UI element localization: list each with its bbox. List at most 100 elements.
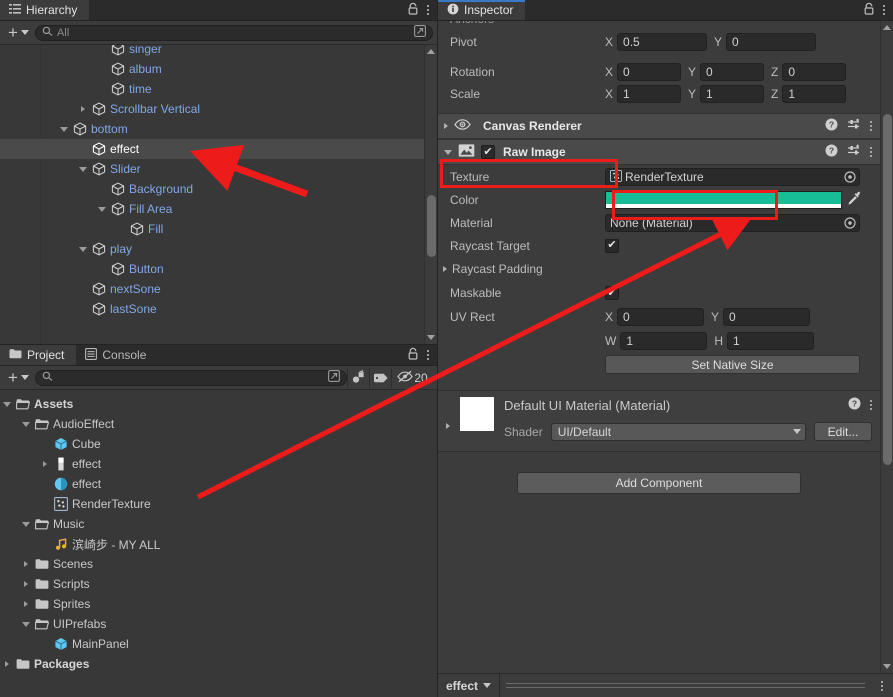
project-tree-row[interactable]: Scripts <box>0 574 437 594</box>
raw-image-header[interactable]: ✔ Raw Image ? <box>438 139 880 165</box>
color-field[interactable] <box>605 191 842 209</box>
chevron-right-icon[interactable] <box>76 106 90 112</box>
pivot-y-input[interactable]: 0 <box>726 33 817 51</box>
hierarchy-tree-row[interactable]: album <box>0 59 437 79</box>
create-gameobject-button[interactable]: + <box>4 24 35 41</box>
preset-icon[interactable] <box>847 144 861 160</box>
hierarchy-tree-row[interactable]: bottom <box>0 119 437 139</box>
hierarchy-tree-row[interactable]: Slider <box>0 159 437 179</box>
chevron-down-icon[interactable] <box>19 521 33 527</box>
project-tree-row[interactable]: Cube <box>0 434 437 454</box>
project-tree-row[interactable]: Packages <box>0 654 437 674</box>
lock-icon[interactable] <box>863 2 875 18</box>
kebab-menu-icon[interactable] <box>871 680 893 691</box>
project-tree-row[interactable]: Music <box>0 514 437 534</box>
kebab-menu-icon[interactable] <box>427 5 429 15</box>
hierarchy-tree-row[interactable]: nextSone <box>0 279 437 299</box>
uv-rect-x-input[interactable]: 0 <box>617 308 705 326</box>
inspector-scrollbar-thumb[interactable] <box>883 114 892 465</box>
scale-y-input[interactable]: 1 <box>700 85 765 103</box>
hierarchy-scrollbar[interactable] <box>424 45 437 344</box>
chevron-down-icon[interactable] <box>76 166 90 172</box>
chevron-right-icon[interactable] <box>0 661 14 667</box>
eyedropper-icon[interactable] <box>847 191 862 209</box>
help-icon[interactable]: ? <box>825 144 838 160</box>
pivot-x-input[interactable]: 0.5 <box>617 33 708 51</box>
project-tree-row[interactable]: effect <box>0 454 437 474</box>
chevron-down-icon[interactable] <box>19 421 33 427</box>
hierarchy-tree-row[interactable]: singer <box>0 45 437 59</box>
project-search-input[interactable] <box>34 369 347 386</box>
uv-rect-y-input[interactable]: 0 <box>723 308 811 326</box>
chevron-down-icon[interactable] <box>57 126 71 132</box>
kebab-menu-icon[interactable] <box>870 121 872 131</box>
add-component-button[interactable]: Add Component <box>517 472 801 494</box>
chevron-right-icon[interactable] <box>443 266 447 272</box>
hierarchy-tree-row[interactable]: Background <box>0 179 437 199</box>
hierarchy-tree-row[interactable]: Fill Area <box>0 199 437 219</box>
hierarchy-tree-row[interactable]: time <box>0 79 437 99</box>
chevron-down-icon[interactable] <box>95 206 109 212</box>
hierarchy-search-input[interactable]: All <box>34 24 433 41</box>
search-expand-icon[interactable] <box>414 25 426 40</box>
chevron-right-icon[interactable] <box>446 423 450 429</box>
tab-inspector[interactable]: Inspector <box>438 0 526 20</box>
hierarchy-tree-row[interactable]: Fill <box>0 219 437 239</box>
preset-icon[interactable] <box>847 118 861 134</box>
asset-filter-icon[interactable] <box>347 367 369 388</box>
hierarchy-tree-row[interactable]: play <box>0 239 437 259</box>
rotation-x-input[interactable]: 0 <box>617 63 682 81</box>
chevron-right-icon[interactable] <box>19 581 33 587</box>
project-tree-row[interactable]: Assets <box>0 394 437 414</box>
search-expand-icon[interactable] <box>328 370 340 385</box>
raw-image-enabled-checkbox[interactable]: ✔ <box>481 145 495 159</box>
chevron-down-icon[interactable] <box>444 149 452 155</box>
scale-x-input[interactable]: 1 <box>617 85 682 103</box>
scale-z-input[interactable]: 1 <box>782 85 847 103</box>
scroll-up-arrow-icon[interactable] <box>427 45 435 58</box>
hierarchy-scrollbar-thumb[interactable] <box>427 195 436 257</box>
uv-rect-w-input[interactable]: 1 <box>620 332 708 350</box>
project-tree-row[interactable]: UIPrefabs <box>0 614 437 634</box>
rotation-y-input[interactable]: 0 <box>700 63 765 81</box>
kebab-menu-icon[interactable] <box>870 147 872 157</box>
texture-object-field[interactable]: RenderTexture <box>605 168 860 186</box>
project-tree[interactable]: Assets AudioEffect Cube effect effect RenderT… <box>0 390 437 697</box>
kebab-menu-icon[interactable] <box>883 5 885 15</box>
status-object-selector[interactable]: effect <box>438 674 501 697</box>
project-tree-row[interactable]: MainPanel <box>0 634 437 654</box>
hierarchy-tree-row[interactable]: Scrollbar Vertical <box>0 99 437 119</box>
edit-shader-button[interactable]: Edit... <box>814 422 872 441</box>
project-tree-row[interactable]: Scenes <box>0 554 437 574</box>
canvas-renderer-header[interactable]: Canvas Renderer ? <box>438 113 880 139</box>
uv-rect-h-input[interactable]: 1 <box>727 332 814 350</box>
chevron-down-icon[interactable] <box>0 401 14 407</box>
lock-icon[interactable] <box>407 347 419 363</box>
shader-dropdown[interactable]: UI/Default <box>550 422 806 441</box>
help-icon[interactable]: ? <box>848 397 861 413</box>
set-native-size-button[interactable]: Set Native Size <box>605 355 860 374</box>
kebab-menu-icon[interactable] <box>427 350 429 360</box>
chevron-right-icon[interactable] <box>38 461 52 467</box>
scroll-down-arrow-icon[interactable] <box>883 660 891 673</box>
maskable-checkbox[interactable]: ✔ <box>605 286 619 300</box>
chevron-right-icon[interactable] <box>19 601 33 607</box>
chevron-down-icon[interactable] <box>19 621 33 627</box>
rotation-z-input[interactable]: 0 <box>782 63 847 81</box>
tab-project[interactable]: Project <box>0 345 77 365</box>
chevron-right-icon[interactable] <box>444 123 448 129</box>
scroll-up-arrow-icon[interactable] <box>883 21 891 34</box>
tab-console[interactable]: Console <box>76 345 158 365</box>
create-asset-button[interactable]: + <box>4 369 35 386</box>
project-tree-row[interactable]: 滨崎步 - MY ALL <box>0 534 437 554</box>
object-picker-icon[interactable] <box>843 216 857 230</box>
object-picker-icon[interactable] <box>843 170 857 184</box>
raycast-padding-row[interactable]: Raycast Padding <box>438 257 880 281</box>
project-tree-row[interactable]: RenderTexture <box>0 494 437 514</box>
project-tree-row[interactable]: AudioEffect <box>0 414 437 434</box>
hidden-items-toggle[interactable]: 20 <box>391 367 433 388</box>
chevron-down-icon[interactable] <box>76 246 90 252</box>
hierarchy-tree-row[interactable]: effect <box>0 139 437 159</box>
scroll-down-arrow-icon[interactable] <box>427 331 435 344</box>
kebab-menu-icon[interactable] <box>870 400 872 410</box>
